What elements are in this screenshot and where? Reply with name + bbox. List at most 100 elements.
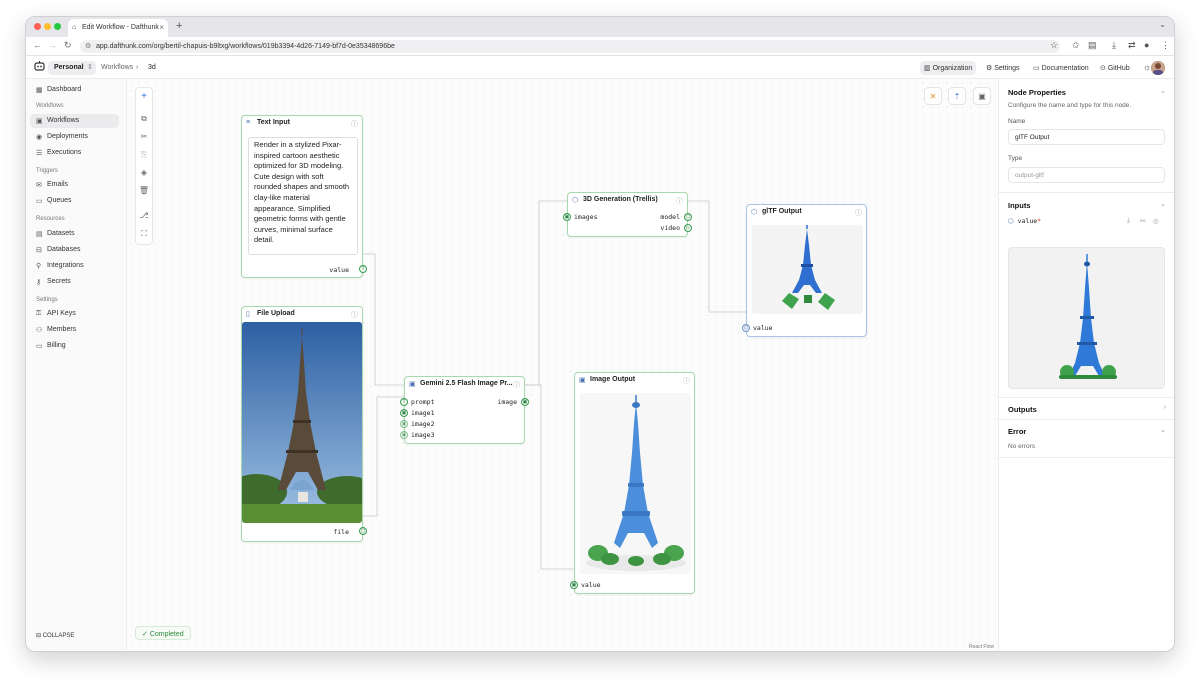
documentation-button[interactable]: ▭ Documentation	[1029, 61, 1093, 75]
text-input-field[interactable]: Render in a stylized Pixar-inspired cart…	[248, 137, 358, 255]
inputs-title[interactable]: Inputs	[1008, 201, 1031, 210]
output-port-model[interactable]: ⬡	[684, 213, 692, 221]
info-icon[interactable]: ⓘ	[351, 119, 358, 129]
forward-icon[interactable]: →	[48, 40, 57, 50]
input-port-image3[interactable]: ▣	[400, 431, 408, 439]
minimize-window-button[interactable]	[44, 23, 51, 30]
auto-layout-icon[interactable]: ⎇	[136, 211, 152, 220]
deploy-button[interactable]: ⇡	[948, 87, 966, 105]
download-icon[interactable]: ⤓	[1127, 217, 1130, 225]
breadcrumb-workflows[interactable]: Workflows	[101, 64, 133, 71]
trellis-3d-node[interactable]: ⬡ 3D Generation (Trellis) ⓘ ▣ images model…	[563, 192, 692, 237]
paste-icon[interactable]: ⎘	[136, 150, 152, 160]
text-input-node[interactable]: ≡ Text Input ⓘ Render in a stylized Pixar-…	[241, 115, 367, 278]
user-avatar[interactable]	[1151, 61, 1165, 75]
output-port-video[interactable]: ▷	[684, 224, 692, 232]
sidebar-item-queues[interactable]: ▭ Queues	[30, 194, 119, 208]
input-port-image2[interactable]: ▣	[400, 420, 408, 428]
chevron-down-icon[interactable]: ⌄	[1160, 200, 1166, 208]
profile-icon[interactable]: ●	[1144, 40, 1149, 50]
chevron-right-icon[interactable]: ›	[1164, 404, 1166, 411]
gemini-image-node[interactable]: ▣ Gemini 2.5 Flash Image Pr... ⓘ T prompt …	[400, 376, 529, 444]
trash-icon[interactable]: 🗑	[136, 186, 152, 195]
info-icon[interactable]: ⓘ	[351, 310, 358, 320]
url-field[interactable]: ⚙ app.dafthunk.com/org/bertil-chapuis-b9…	[80, 40, 1060, 53]
copy-icon[interactable]: ⧉	[136, 114, 152, 124]
edge-file-to-image1	[362, 396, 404, 517]
layers-icon[interactable]: ◈	[136, 168, 152, 177]
sidebar-item-emails[interactable]: ✉ Emails	[30, 178, 119, 192]
password-icon[interactable]: ⇄	[1128, 40, 1136, 51]
add-node-icon[interactable]: +	[136, 91, 152, 102]
port-label: model	[660, 213, 680, 221]
site-info-icon[interactable]: ⚙	[85, 42, 91, 50]
workflow-canvas[interactable]: + ⧉ ✂ ⎘ ◈ 🗑 ⎇ ⛶ ✕ ⇡ ▣ ≡ Text Input ⓘ Rende…	[127, 79, 998, 651]
node-name-field[interactable]: glTF Output	[1008, 129, 1165, 145]
organization-button[interactable]: ▥ Organization	[920, 61, 977, 75]
chevron-down-icon[interactable]: ⌄	[1160, 426, 1166, 434]
input-port-value[interactable]: ▣	[570, 581, 578, 589]
sidebar-item-integrations[interactable]: ⚲ Integrations	[30, 259, 119, 273]
info-icon[interactable]: ⓘ	[855, 208, 862, 218]
output-port-image[interactable]: ▣	[521, 398, 529, 406]
sidebar-item-api-keys[interactable]: ⚿ API Keys	[30, 307, 119, 321]
close-tab-icon[interactable]: ×	[159, 23, 164, 32]
extensions-star-icon[interactable]: ✩	[1072, 40, 1080, 51]
bookmark-star-icon[interactable]: ☆	[1050, 40, 1058, 51]
fit-view-icon[interactable]: ⛶	[136, 229, 152, 239]
sidebar-section-title: Workflows	[36, 103, 64, 109]
sidebar-item-workflows[interactable]: ▣ Workflows	[30, 114, 119, 128]
github-button[interactable]: ⊙ GitHub	[1096, 61, 1134, 75]
dafthunk-favicon-icon: ⌂	[72, 24, 77, 31]
download-icon[interactable]: ⤓	[1112, 40, 1116, 51]
input-name: value	[1017, 217, 1038, 225]
file-upload-node[interactable]: ▯ File Upload ⓘ file ▢	[241, 306, 367, 542]
sidebar-item-databases[interactable]: ⊟ Databases	[30, 243, 119, 257]
maximize-window-button[interactable]	[54, 23, 61, 30]
collapse-sidebar-button[interactable]: ⊟ COLLAPSE	[36, 632, 74, 639]
tab-list-chevron-icon[interactable]: ⌄	[1159, 20, 1166, 29]
clear-execution-button[interactable]: ✕	[924, 87, 942, 105]
eye-icon[interactable]: ◎	[1153, 217, 1159, 225]
new-tab-icon[interactable]: +	[176, 20, 182, 32]
sidebar-item-members[interactable]: ⚇ Members	[30, 323, 119, 337]
output-port-file[interactable]: ▢	[359, 527, 367, 535]
settings-button[interactable]: ⚙ Settings	[982, 61, 1024, 75]
dafthunk-logo-icon[interactable]	[34, 61, 45, 74]
image-output-node[interactable]: ▣ Image Output ⓘ ▣ value	[570, 372, 695, 594]
input-port-image1[interactable]: ▣	[400, 409, 408, 417]
link-icon[interactable]: ⚯	[1140, 217, 1145, 225]
input-port-images[interactable]: ▣	[563, 213, 571, 221]
input-port-prompt[interactable]: T	[400, 398, 408, 406]
sidebar-item-deployments[interactable]: ◉ Deployments	[30, 130, 119, 144]
input-model-preview[interactable]	[1008, 247, 1165, 389]
sidebar-item-datasets[interactable]: ▤ Datasets	[30, 227, 119, 241]
gltf-output-node[interactable]: ⬡ glTF Output ⓘ ⬡ value	[742, 204, 867, 337]
input-port-value[interactable]: ⬡	[742, 324, 750, 332]
workspace-switcher[interactable]: Personal ⇕	[48, 61, 96, 75]
chevron-down-icon[interactable]: ⌄	[1160, 87, 1166, 95]
error-title[interactable]: Error	[1008, 427, 1026, 436]
info-icon[interactable]: ⓘ	[676, 196, 683, 206]
outputs-title[interactable]: Outputs	[1008, 405, 1037, 414]
react-flow-attribution[interactable]: React Flow	[969, 644, 994, 650]
info-icon[interactable]: ⓘ	[513, 380, 520, 390]
save-button[interactable]: ▣	[973, 87, 991, 105]
close-window-button[interactable]	[34, 23, 41, 30]
generated-image-preview[interactable]	[580, 393, 691, 574]
sidebar-item-billing[interactable]: ▭ Billing	[30, 339, 119, 353]
gltf-model-preview[interactable]	[752, 225, 863, 314]
sidebar-item-executions[interactable]: ☰ Executions	[30, 146, 119, 160]
browser-tab[interactable]: ⌂ Edit Workflow - Dafthunk ×	[68, 19, 168, 37]
sidebar-item-dashboard[interactable]: ▦ Dashboard	[30, 83, 119, 97]
sidebar-item-secrets[interactable]: ⚷ Secrets	[30, 275, 119, 289]
browser-menu-icon[interactable]: ⋮	[1161, 40, 1170, 51]
reading-list-icon[interactable]: ▤	[1088, 40, 1097, 51]
panel-subtitle: Configure the name and type for this nod…	[1008, 102, 1132, 109]
output-port-value[interactable]: T	[359, 265, 367, 273]
back-icon[interactable]: ←	[33, 40, 42, 50]
info-icon[interactable]: ⓘ	[683, 376, 690, 386]
reload-icon[interactable]: ↻	[64, 40, 72, 51]
cut-icon[interactable]: ✂	[136, 132, 152, 141]
chevron-up-down-icon: ⇕	[87, 64, 93, 71]
